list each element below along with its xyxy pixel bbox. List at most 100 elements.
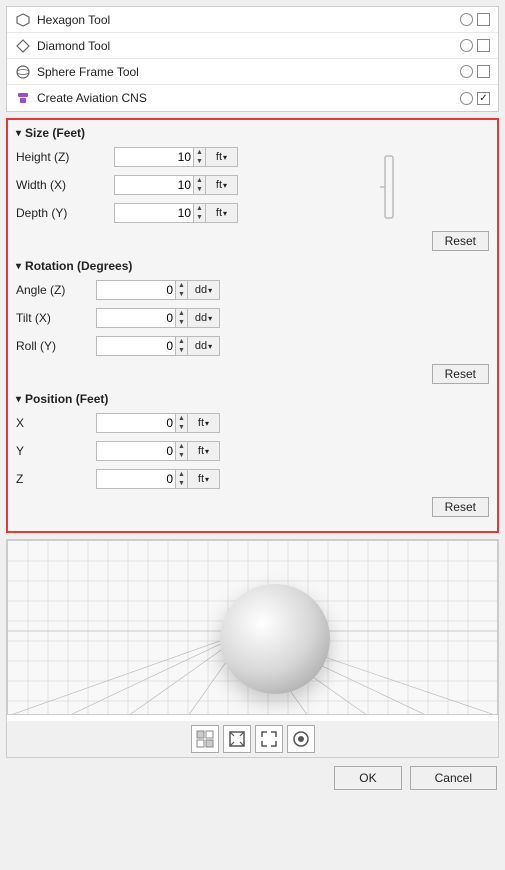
hexagon-radio[interactable] — [460, 13, 473, 26]
rotation-section-title: Rotation (Degrees) — [25, 259, 132, 273]
sphere-frame-radio[interactable] — [460, 65, 473, 78]
angle-spin-down[interactable]: ▼ — [176, 290, 187, 299]
viewport-grid-button[interactable] — [191, 725, 219, 753]
position-reset-row: Reset — [16, 497, 489, 517]
pos-x-input[interactable] — [96, 413, 176, 433]
pos-x-row: X ▲ ▼ ft ▾ — [16, 412, 489, 434]
height-unit[interactable]: ft ▾ — [206, 147, 238, 167]
angle-row: Angle (Z) ▲ ▼ dd ▾ — [16, 279, 489, 301]
pos-x-spinner[interactable]: ▲ ▼ — [176, 413, 188, 433]
depth-spin-down[interactable]: ▼ — [194, 213, 205, 222]
pos-z-spinner[interactable]: ▲ ▼ — [176, 469, 188, 489]
hexagon-icon — [15, 12, 31, 28]
viewport-fit-button[interactable] — [223, 725, 251, 753]
pos-z-row: Z ▲ ▼ ft ▾ — [16, 468, 489, 490]
viewport-sphere-button[interactable] — [287, 725, 315, 753]
position-reset-button[interactable]: Reset — [432, 497, 489, 517]
rotation-reset-button[interactable]: Reset — [432, 364, 489, 384]
dialog-footer: OK Cancel — [6, 762, 499, 792]
ok-button[interactable]: OK — [334, 766, 401, 790]
pos-y-spin-up[interactable]: ▲ — [176, 442, 187, 451]
tilt-unit[interactable]: dd ▾ — [188, 308, 220, 328]
tilt-spin-down[interactable]: ▼ — [176, 318, 187, 327]
props-panel: ▾ Size (Feet) Height (Z) ▲ ▼ — [6, 118, 499, 533]
pos-x-label: X — [16, 416, 96, 430]
depth-input[interactable] — [114, 203, 194, 223]
depth-row: Depth (Y) ▲ ▼ ft ▾ — [16, 202, 489, 224]
tilt-spin-up[interactable]: ▲ — [176, 309, 187, 318]
roll-label: Roll (Y) — [16, 339, 96, 353]
angle-spin-up[interactable]: ▲ — [176, 281, 187, 290]
viewport[interactable] — [7, 540, 498, 715]
aviation-cns-icon — [15, 90, 31, 106]
pos-y-unit[interactable]: ft ▾ — [188, 441, 220, 461]
roll-row: Roll (Y) ▲ ▼ dd ▾ — [16, 335, 489, 357]
width-spin-down[interactable]: ▼ — [194, 185, 205, 194]
sphere-frame-icon — [15, 64, 31, 80]
roll-spinner[interactable]: ▲ ▼ — [176, 336, 188, 356]
aviation-cns-checkbox[interactable]: ✓ — [477, 92, 490, 105]
angle-unit[interactable]: dd ▾ — [188, 280, 220, 300]
height-spinner[interactable]: ▲ ▼ — [194, 147, 206, 167]
width-label: Width (X) — [16, 178, 96, 192]
width-unit[interactable]: ft ▾ — [206, 175, 238, 195]
hexagon-checkbox[interactable] — [477, 13, 490, 26]
depth-spin-up[interactable]: ▲ — [194, 204, 205, 213]
depth-spinner[interactable]: ▲ ▼ — [194, 203, 206, 223]
sphere-frame-tool-label: Sphere Frame Tool — [37, 65, 139, 79]
size-section-header: ▾ Size (Feet) — [16, 126, 489, 140]
width-spin-up[interactable]: ▲ — [194, 176, 205, 185]
tilt-input[interactable] — [96, 308, 176, 328]
viewport-toolbar — [7, 721, 498, 757]
pos-z-spin-up[interactable]: ▲ — [176, 470, 187, 479]
tool-item-hexagon[interactable]: Hexagon Tool — [7, 7, 498, 33]
width-row: Width (X) ▲ ▼ ft ▾ — [16, 174, 489, 196]
rotation-collapse-arrow[interactable]: ▾ — [16, 261, 21, 272]
viewport-container — [6, 539, 499, 758]
pos-x-spin-up[interactable]: ▲ — [176, 414, 187, 423]
angle-spinner[interactable]: ▲ ▼ — [176, 280, 188, 300]
tilt-spinner[interactable]: ▲ ▼ — [176, 308, 188, 328]
pos-z-input[interactable] — [96, 469, 176, 489]
tool-item-aviation-cns[interactable]: Create Aviation CNS ✓ — [7, 85, 498, 111]
aviation-cns-radio[interactable] — [460, 92, 473, 105]
roll-spin-down[interactable]: ▼ — [176, 346, 187, 355]
roll-input[interactable] — [96, 336, 176, 356]
tool-item-sphere-frame[interactable]: Sphere Frame Tool — [7, 59, 498, 85]
height-row: Height (Z) ▲ ▼ ft ▾ — [16, 146, 489, 168]
size-collapse-arrow[interactable]: ▾ — [16, 128, 21, 139]
rotation-reset-row: Reset — [16, 364, 489, 384]
diamond-radio[interactable] — [460, 39, 473, 52]
viewport-expand-button[interactable] — [255, 725, 283, 753]
pos-y-input[interactable] — [96, 441, 176, 461]
pos-y-spinner[interactable]: ▲ ▼ — [176, 441, 188, 461]
roll-unit[interactable]: dd ▾ — [188, 336, 220, 356]
height-spin-down[interactable]: ▼ — [194, 157, 205, 166]
pos-z-label: Z — [16, 472, 96, 486]
angle-input[interactable] — [96, 280, 176, 300]
tilt-label: Tilt (X) — [16, 311, 96, 325]
diamond-checkbox[interactable] — [477, 39, 490, 52]
height-spin-up[interactable]: ▲ — [194, 148, 205, 157]
cancel-button[interactable]: Cancel — [410, 766, 497, 790]
pos-x-unit[interactable]: ft ▾ — [188, 413, 220, 433]
diamond-tool-label: Diamond Tool — [37, 39, 110, 53]
width-spinner[interactable]: ▲ ▼ — [194, 175, 206, 195]
tool-item-diamond[interactable]: Diamond Tool — [7, 33, 498, 59]
pos-z-spin-down[interactable]: ▼ — [176, 479, 187, 488]
size-reset-button[interactable]: Reset — [432, 231, 489, 251]
main-container: Hexagon Tool Diamond Tool — [0, 0, 505, 870]
tool-list: Hexagon Tool Diamond Tool — [6, 6, 499, 112]
pos-y-spin-down[interactable]: ▼ — [176, 451, 187, 460]
depth-unit[interactable]: ft ▾ — [206, 203, 238, 223]
width-input[interactable] — [114, 175, 194, 195]
position-section-title: Position (Feet) — [25, 392, 108, 406]
height-input[interactable] — [114, 147, 194, 167]
pos-y-label: Y — [16, 444, 96, 458]
roll-spin-up[interactable]: ▲ — [176, 337, 187, 346]
hexagon-tool-label: Hexagon Tool — [37, 13, 110, 27]
position-collapse-arrow[interactable]: ▾ — [16, 394, 21, 405]
pos-z-unit[interactable]: ft ▾ — [188, 469, 220, 489]
pos-x-spin-down[interactable]: ▼ — [176, 423, 187, 432]
sphere-frame-checkbox[interactable] — [477, 65, 490, 78]
